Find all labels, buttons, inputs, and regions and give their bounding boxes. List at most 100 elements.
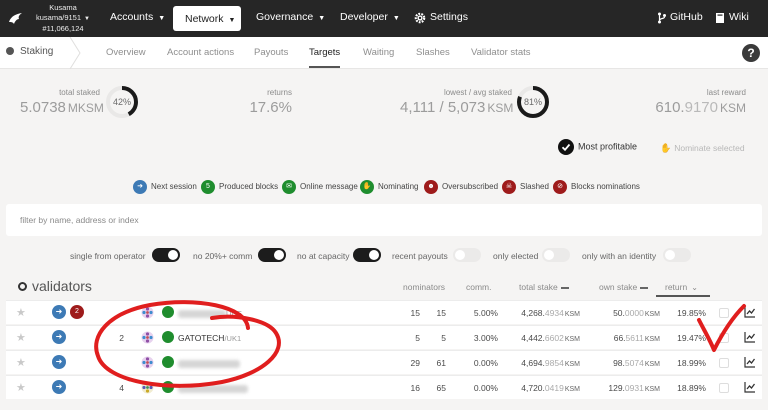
- star-icon[interactable]: ★: [16, 306, 26, 319]
- return-value: 18.89%: [677, 383, 706, 393]
- chain-selector[interactable]: Kusama kusama/9151 ▼ #11,066,124: [30, 3, 96, 34]
- nominators-total: 61: [436, 358, 446, 368]
- col-return[interactable]: return ⌄: [665, 282, 698, 292]
- nominate-selected-button[interactable]: ✋ Nominate selected: [660, 143, 745, 154]
- chart-line-icon[interactable]: [744, 356, 756, 368]
- toggle-no-at-capacity[interactable]: [353, 248, 381, 262]
- user-slash-icon: ⊘: [553, 180, 567, 194]
- tab-payouts[interactable]: Payouts: [254, 47, 288, 58]
- total-stake-dec: 4934: [544, 308, 564, 318]
- menu-governance[interactable]: Governance ▼: [256, 11, 325, 23]
- toggle-only-with-identity[interactable]: [663, 248, 691, 262]
- table-row[interactable]: ★ ➜ 2 GATOTECH/UK1 5 5 3.00% 4,442.6602K…: [6, 325, 762, 349]
- chart-line-icon[interactable]: [744, 331, 756, 343]
- commission: 0.00%: [473, 358, 498, 368]
- validator-name[interactable]: GATOTECH/UK1: [178, 333, 241, 343]
- most-profitable-button[interactable]: Most profitable: [558, 139, 637, 155]
- menu-settings[interactable]: Settings: [430, 11, 468, 23]
- commission: 0.00%: [473, 383, 498, 393]
- menu-network[interactable]: Network ▼: [173, 6, 241, 31]
- star-icon[interactable]: ★: [16, 381, 26, 394]
- tab-targets[interactable]: Targets: [309, 47, 340, 58]
- toggle-recent-payouts[interactable]: [453, 248, 481, 262]
- help-icon[interactable]: ?: [742, 44, 760, 62]
- return-value: 18.99%: [677, 358, 706, 368]
- top-navbar: Kusama kusama/9151 ▼ #11,066,124 Accounts…: [0, 0, 768, 37]
- commission: 3.00%: [473, 333, 498, 343]
- col-own-stake[interactable]: own stake: [599, 282, 649, 292]
- verified-identity-icon: [162, 381, 174, 393]
- menu-governance-label: Governance: [256, 11, 314, 23]
- col-total-stake[interactable]: total stake: [519, 282, 569, 292]
- tab-validator-stats[interactable]: Validator stats: [471, 47, 531, 58]
- total-staked-percent: 42%: [112, 97, 131, 107]
- total-stake-int: 4,442.: [521, 333, 545, 343]
- wiki-link[interactable]: Wiki: [729, 11, 749, 23]
- menu-developer[interactable]: Developer ▼: [340, 11, 400, 23]
- star-icon[interactable]: ★: [16, 331, 26, 344]
- col-return-label: return: [665, 282, 688, 292]
- own-stake: 50.0000KSM: [590, 308, 660, 318]
- staking-icon: [6, 47, 14, 55]
- arrow-right-icon: ➜: [52, 380, 66, 394]
- chevron-down-icon: ▼: [228, 17, 236, 24]
- col-nominators[interactable]: nominators: [403, 282, 445, 292]
- validator-name[interactable]: [178, 383, 248, 393]
- last-reward-unit: KSM: [719, 101, 746, 115]
- total-stake-unit: KSM: [564, 336, 580, 343]
- chart-line-icon[interactable]: [744, 306, 756, 318]
- validators-title: validators: [18, 278, 92, 294]
- own-stake-dec: 5611: [625, 333, 644, 343]
- star-icon[interactable]: ★: [16, 356, 26, 369]
- staking-subnav: Staking Overview Account actions Payouts…: [0, 37, 768, 69]
- total-stake-unit: KSM: [564, 361, 580, 368]
- own-stake: 98.5074KSM: [590, 358, 660, 368]
- own-stake-int: 66.: [613, 333, 626, 343]
- hand-paper-icon: ✋: [360, 180, 374, 194]
- last-reward-dec: 9170: [684, 99, 718, 116]
- sort-icon: [560, 287, 569, 289]
- table-row[interactable]: ★ ➜ 2 UDE 15 15 5.00% 4,268.4934KSM 50.0…: [6, 300, 762, 324]
- github-link[interactable]: GitHub: [670, 11, 703, 23]
- total-stake: 4,442.6602KSM: [503, 333, 580, 343]
- legend-label: Blocks nominations: [571, 182, 640, 192]
- filter-input[interactable]: filter by name, address or index: [6, 204, 762, 236]
- select-checkbox[interactable]: [719, 383, 729, 393]
- most-profitable-label: Most profitable: [578, 141, 638, 152]
- toggle-label-no-20-comm: no 20%+ comm: [193, 251, 253, 261]
- nominators-total: 65: [436, 383, 446, 393]
- select-checkbox[interactable]: [719, 358, 729, 368]
- select-checkbox[interactable]: [719, 308, 729, 318]
- blurred-name: [178, 359, 240, 368]
- chevron-down-icon: ⌄: [691, 283, 698, 292]
- total-stake: 4,694.9854KSM: [503, 358, 580, 368]
- table-row[interactable]: ★ ➜ 29 61 0.00% 4,694.9854KSM 98.5074KSM…: [6, 350, 762, 374]
- legend-label: Slashed: [520, 182, 549, 192]
- section-title: Staking: [6, 46, 53, 57]
- kusama-logo-icon[interactable]: [6, 9, 26, 29]
- chart-line-icon[interactable]: [744, 381, 756, 393]
- filter-placeholder: filter by name, address or index: [20, 215, 139, 225]
- tab-waiting[interactable]: Waiting: [363, 47, 394, 58]
- toggle-knob: [274, 250, 284, 260]
- breadcrumb-separator-icon: [69, 37, 81, 69]
- tab-slashes[interactable]: Slashes: [416, 47, 450, 58]
- returns-value: 17.6%: [249, 99, 292, 116]
- select-checkbox[interactable]: [719, 333, 729, 343]
- tab-overview[interactable]: Overview: [106, 47, 146, 58]
- toggle-no-20-comm[interactable]: [258, 248, 286, 262]
- validator-name[interactable]: [178, 358, 240, 368]
- gear-icon: [414, 12, 426, 24]
- chevron-down-icon: ▼: [158, 15, 166, 22]
- tab-account-actions[interactable]: Account actions: [167, 47, 234, 58]
- col-comm[interactable]: comm.: [466, 282, 492, 292]
- toggle-only-elected[interactable]: [542, 248, 570, 262]
- toggle-single-from-operator[interactable]: [152, 248, 180, 262]
- legend-label: Online message: [300, 182, 358, 192]
- menu-accounts[interactable]: Accounts ▼: [110, 11, 165, 23]
- validator-name[interactable]: UDE: [178, 308, 242, 318]
- validator-name-suffix: /UK1: [224, 334, 242, 343]
- total-staked-value: 5.0738 MKSM: [20, 99, 104, 116]
- table-row[interactable]: ★ ➜ 4 16 65 0.00% 4,720.0419KSM 129.0931…: [6, 375, 762, 399]
- menu-network-label: Network: [185, 13, 224, 25]
